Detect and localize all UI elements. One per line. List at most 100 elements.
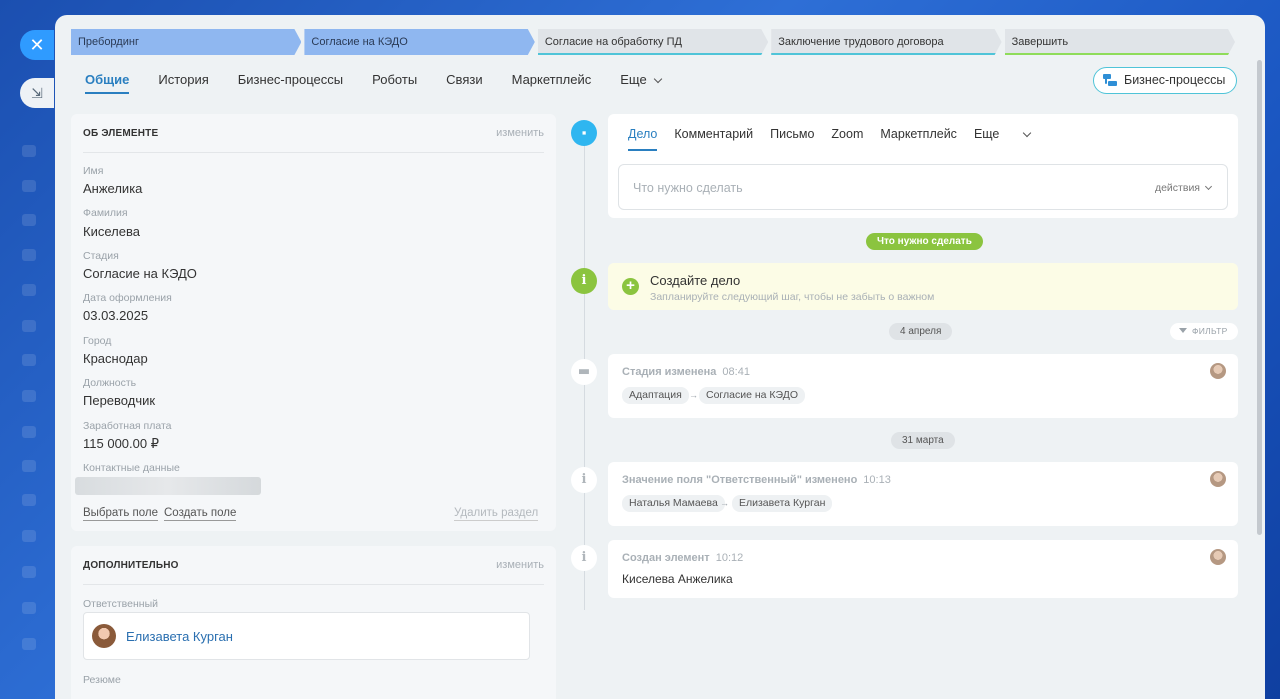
activity-editor: Дело Комментарий Письмо Zoom Маркетплейс… [608, 114, 1238, 218]
activity-tab-zoom[interactable]: Zoom [831, 127, 863, 141]
actions-dropdown[interactable]: действия [1155, 182, 1213, 194]
stage-finish[interactable]: Завершить [1005, 29, 1235, 55]
field-value-city[interactable]: Краснодар [83, 351, 148, 366]
pin-slider-button[interactable]: ⇲ [20, 78, 54, 108]
info-icon: i [571, 467, 597, 493]
bg-nav-icon [22, 320, 36, 332]
field-label-contacts: Контактные данные [83, 462, 180, 474]
filter-button[interactable]: ФИЛЬТР [1170, 323, 1238, 340]
field-value-date[interactable]: 03.03.2025 [83, 308, 148, 323]
activity-tab-more[interactable]: Еще [974, 127, 1047, 141]
responsible-field[interactable]: Елизавета Курган [83, 612, 530, 660]
field-value-position[interactable]: Переводчик [83, 393, 155, 408]
field-label-resume: Резюме [83, 674, 121, 686]
avatar[interactable] [1210, 549, 1226, 565]
element-slider-panel: Пребординг Согласие на КЭДО Согласие на … [55, 15, 1265, 699]
field-label-name: Имя [83, 165, 104, 177]
field-value-surname[interactable]: Киселева [83, 224, 140, 239]
about-element-card: ОБ ЭЛЕМЕНТЕ изменить Имя Анжелика Фамили… [71, 114, 556, 531]
divider [83, 584, 544, 585]
event-title-text: Значение поля "Ответственный" изменено [622, 474, 858, 486]
plus-icon: + [622, 278, 639, 295]
chat-icon: ▪ [571, 120, 597, 146]
field-label-surname: Фамилия [83, 207, 128, 219]
stage-to-tag: Согласие на КЭДО [699, 387, 806, 404]
responsible-name[interactable]: Елизавета Курган [126, 629, 233, 644]
additional-card: ДОПОЛНИТЕЛЬНО изменить Ответственный Ели… [71, 546, 556, 699]
create-task-subtitle: Запланируйте следующий шаг, чтобы не заб… [650, 291, 935, 303]
tab-robots[interactable]: Роботы [372, 67, 417, 99]
close-slider-button[interactable]: ✕ [20, 30, 54, 60]
event-stage-changed: Стадия изменена 08:41 Адаптация → Согласи… [608, 354, 1238, 418]
tab-marketplace[interactable]: Маркетплейс [512, 67, 592, 99]
bg-nav-icon [22, 214, 36, 226]
event-responsible-changed: Значение поля "Ответственный" изменено 10… [608, 462, 1238, 526]
bg-nav-icon [22, 602, 36, 614]
event-element-created: Создан элемент 10:12 Киселева Анжелика [608, 540, 1238, 598]
create-task-box[interactable]: + Создайте дело Запланируйте следующий ш… [608, 263, 1238, 310]
close-icon: ✕ [29, 35, 45, 55]
event-title-text: Создан элемент [622, 552, 710, 564]
field-value-contacts-blurred [75, 477, 261, 495]
bg-nav-icon [22, 638, 36, 650]
activity-tab-more-label: Еще [973, 127, 1000, 141]
field-label-responsible: Ответственный [83, 598, 158, 610]
tab-business-processes[interactable]: Бизнес-процессы [238, 67, 343, 99]
responsible-from-tag: Наталья Мамаева [622, 495, 725, 512]
business-processes-button[interactable]: Бизнес-процессы [1093, 67, 1237, 94]
arrow-icon: → [720, 498, 729, 508]
bg-nav-icon [22, 390, 36, 402]
additional-edit-link[interactable]: изменить [496, 559, 544, 571]
responsible-to-tag: Елизавета Курган [732, 495, 833, 512]
event-body: Киселева Анжелика [622, 572, 733, 586]
business-processes-label: Бизнес-процессы [1124, 73, 1226, 87]
chevron-down-icon [653, 74, 662, 84]
chevron-down-icon [1023, 128, 1032, 138]
tab-history[interactable]: История [158, 67, 208, 99]
scrollbar[interactable] [1257, 60, 1262, 535]
bg-nav-icon [22, 426, 36, 438]
todo-input[interactable]: Что нужно сделать действия [618, 164, 1228, 210]
activity-tab-marketplace[interactable]: Маркетплейс [880, 127, 957, 141]
field-value-stage[interactable]: Согласие на КЭДО [83, 266, 197, 281]
field-label-stage: Стадия [83, 250, 119, 262]
field-value-name[interactable]: Анжелика [83, 181, 142, 196]
info-icon: i [571, 545, 597, 571]
bg-nav-icon [22, 145, 36, 157]
stage-employment-contract[interactable]: Заключение трудового договора [771, 29, 1001, 55]
field-label-salary: Заработная плата [83, 420, 172, 432]
delete-section-link[interactable]: Удалить раздел [454, 507, 539, 521]
minimize-icon: ⇲ [31, 85, 43, 101]
tab-more[interactable]: Еще [620, 67, 662, 99]
tab-general[interactable]: Общие [85, 67, 130, 99]
event-time: 10:12 [715, 552, 744, 564]
date-separator: 31 марта [891, 432, 955, 449]
tab-links[interactable]: Связи [446, 67, 482, 99]
field-value-salary[interactable]: 115 000.00 ₽ [83, 436, 159, 452]
stage-kedo-consent[interactable]: Согласие на КЭДО [304, 29, 534, 55]
about-edit-link[interactable]: изменить [496, 127, 544, 139]
stage-preboarding[interactable]: Пребординг [71, 29, 301, 55]
chevron-down-icon [1204, 182, 1213, 191]
field-label-date: Дата оформления [83, 292, 172, 304]
background-app-strip: ✕ ⇲ [0, 0, 56, 699]
activity-tab-email[interactable]: Письмо [770, 127, 814, 141]
select-field-link[interactable]: Выбрать поле [83, 507, 158, 521]
event-time: 10:13 [863, 474, 891, 486]
bg-nav-icon [22, 284, 36, 296]
todo-placeholder: Что нужно сделать [633, 181, 743, 195]
field-label-position: Должность [83, 377, 137, 389]
avatar[interactable] [1210, 471, 1226, 487]
event-time: 08:41 [722, 366, 750, 378]
date-separator: 4 апреля [889, 323, 953, 340]
arrow-icon: → [689, 390, 698, 400]
main-tabs: Общие История Бизнес-процессы Роботы Свя… [85, 67, 690, 99]
activity-tab-comment[interactable]: Комментарий [674, 127, 753, 141]
stage-pd-consent[interactable]: Согласие на обработку ПД [538, 29, 768, 55]
create-field-link[interactable]: Создать поле [164, 507, 237, 521]
divider [83, 152, 544, 153]
activity-tab-task[interactable]: Дело [628, 127, 658, 151]
avatar[interactable] [1210, 363, 1226, 379]
bg-nav-icon [22, 249, 36, 261]
event-title-text: Стадия изменена [622, 366, 717, 378]
